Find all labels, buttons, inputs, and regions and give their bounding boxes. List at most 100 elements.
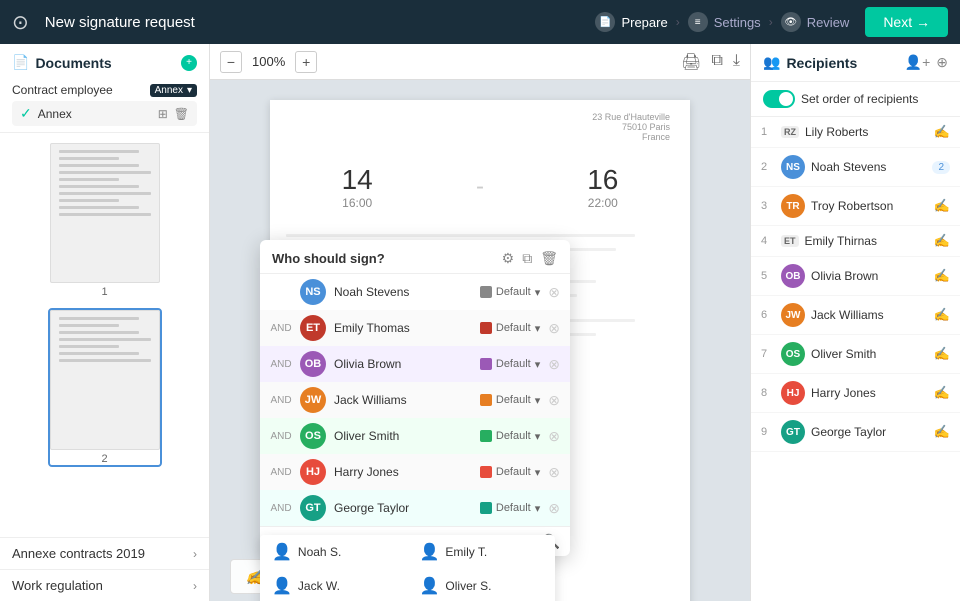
recipient-item-3: 3 TR Troy Robertson ✍ <box>751 187 960 226</box>
download-icon[interactable]: ⤓ <box>733 52 740 72</box>
recipient-item-5: 5 OB Olivia Brown ✍ <box>751 257 960 296</box>
signer-type-5[interactable]: Default ▾ <box>480 466 540 479</box>
recipient-action-9[interactable]: ✍ <box>934 424 950 440</box>
signer-remove-1[interactable]: ⊗ <box>548 320 560 337</box>
print-icon[interactable]: 🖨 <box>681 52 701 72</box>
thumb-image-2 <box>50 310 160 450</box>
signer-remove-5[interactable]: ⊗ <box>548 464 560 481</box>
toggle-knob <box>779 92 793 106</box>
zoom-out-button[interactable]: − <box>220 51 242 73</box>
signer-remove-0[interactable]: ⊗ <box>548 284 560 301</box>
step-prepare[interactable]: 📄 Prepare <box>595 12 667 32</box>
signer-type-0[interactable]: Default ▾ <box>480 286 540 299</box>
recipients-actions: 👤+ ⊕ <box>905 54 948 71</box>
signer-avatar-6: GT <box>300 495 326 521</box>
signer-avatar-4: OS <box>300 423 326 449</box>
suggestion-emily[interactable]: 👤 Emily T. <box>408 535 556 569</box>
date-start-num: 14 <box>342 164 373 196</box>
recipient-action-1[interactable]: ✍ <box>934 124 950 140</box>
signer-name-6: George Taylor <box>334 501 472 515</box>
recipient-avatar-9: GT <box>781 420 805 444</box>
type-box-3 <box>480 394 492 406</box>
signer-row-6: AND GT George Taylor Default ▾ ⊗ <box>260 490 570 526</box>
zoom-in-button[interactable]: + <box>295 51 317 73</box>
add-document-button[interactable]: + <box>181 55 197 71</box>
doc-thumb-1[interactable]: 1 <box>48 141 162 300</box>
sidebar-group-annexe[interactable]: Annexe contracts 2019 › <box>0 537 209 569</box>
step-settings[interactable]: ≡ Settings <box>688 12 761 32</box>
suggestion-noah[interactable]: 👤 Noah S. <box>260 535 408 569</box>
sidebar-group-work-regulation[interactable]: Work regulation › <box>0 569 209 601</box>
order-toggle-switch[interactable] <box>763 90 795 108</box>
type-chevron-0: ▾ <box>535 286 541 299</box>
recipient-action-8[interactable]: ✍ <box>934 385 950 401</box>
signer-avatar-0: NS <box>300 279 326 305</box>
thumb-image-1 <box>50 143 160 283</box>
signer-type-3[interactable]: Default ▾ <box>480 394 540 407</box>
header-steps: 📄 Prepare › ≡ Settings › 👁 Review <box>595 12 849 32</box>
signer-type-4[interactable]: Default ▾ <box>480 430 540 443</box>
recipient-action-7[interactable]: ✍ <box>934 346 950 362</box>
contract-employee-row: Contract employee Annex ▾ <box>12 83 197 97</box>
signer-remove-2[interactable]: ⊗ <box>548 356 560 373</box>
type-chevron-1: ▾ <box>535 322 541 335</box>
work-regulation-label: Work regulation <box>12 578 103 593</box>
canvas-area: − 100% + 🖨 ⧉ ⤓ 23 Rue d'Hauteville75010 … <box>210 44 750 601</box>
recipient-num-2: 2 <box>761 161 775 173</box>
copy-popup-icon[interactable]: ⧉ <box>522 250 532 267</box>
suggestion-emily-name: Emily T. <box>445 545 487 559</box>
annex-copy-icon[interactable]: ⊞ <box>158 107 168 121</box>
doc-thumb-2[interactable]: 2 <box>48 308 162 467</box>
step-review[interactable]: 👁 Review <box>781 12 850 32</box>
suggestion-noah-icon: 👤 <box>272 542 292 562</box>
recipient-num-3: 3 <box>761 200 775 212</box>
annex-delete-icon[interactable]: 🗑 <box>174 107 189 121</box>
recipient-name-5: Olivia Brown <box>811 269 928 283</box>
recipient-action-6[interactable]: ✍ <box>934 307 950 323</box>
suggestion-jack[interactable]: 👤 Jack W. <box>260 569 408 601</box>
recipient-action-4[interactable]: ✍ <box>934 233 950 249</box>
recipient-num-9: 9 <box>761 426 775 438</box>
recipient-item-2: 2 NS Noah Stevens 2 <box>751 148 960 187</box>
signer-remove-4[interactable]: ⊗ <box>548 428 560 445</box>
recipient-avatar-2: NS <box>781 155 805 179</box>
settings-popup-icon[interactable]: ⚙ <box>502 250 515 267</box>
delete-popup-icon[interactable]: 🗑 <box>540 250 558 267</box>
app-logo-icon[interactable]: ⊙ <box>12 10 29 35</box>
recipient-item-9: 9 GT George Taylor ✍ <box>751 413 960 452</box>
left-sidebar: 📄 Documents + Contract employee Annex ▾ … <box>0 44 210 601</box>
signer-type-1[interactable]: Default ▾ <box>480 322 540 335</box>
recipient-list: 1 RZ Lily Roberts ✍ 2 NS Noah Stevens 2 … <box>751 117 960 601</box>
document-thumbnails: 1 2 <box>0 133 209 537</box>
recipient-action-3[interactable]: ✍ <box>934 198 950 214</box>
recipient-num-5: 5 <box>761 270 775 282</box>
annex-actions: ⊞ 🗑 <box>158 107 189 121</box>
suggestion-oliver-icon: 👤 <box>420 576 440 596</box>
recipient-action-5[interactable]: ✍ <box>934 268 950 284</box>
recipient-name-2: Noah Stevens <box>811 160 926 174</box>
signer-remove-6[interactable]: ⊗ <box>548 500 560 517</box>
prepare-icon: 📄 <box>595 12 615 32</box>
add-recipient-icon[interactable]: 👤+ <box>905 54 931 71</box>
recipients-menu-icon[interactable]: ⊕ <box>936 54 948 71</box>
signer-type-6[interactable]: Default ▾ <box>480 502 540 515</box>
step-arrow-2: › <box>769 15 773 29</box>
type-chevron-4: ▾ <box>535 430 541 443</box>
suggestion-oliver[interactable]: 👤 Oliver S. <box>408 569 556 601</box>
annex-badge[interactable]: Annex ▾ <box>150 84 197 97</box>
copy-icon[interactable]: ⧉ <box>711 52 722 72</box>
zoom-value: 100% <box>252 54 285 69</box>
canvas-toolbar: − 100% + 🖨 ⧉ ⤓ <box>210 44 750 80</box>
canvas-scroll[interactable]: 23 Rue d'Hauteville75010 ParisFrance 14 … <box>210 80 750 601</box>
thumb-num-2: 2 <box>50 453 160 465</box>
signer-avatar-2: OB <box>300 351 326 377</box>
signer-avatar-1: ET <box>300 315 326 341</box>
recipients-title-num: 👥 <box>763 54 780 71</box>
type-box-6 <box>480 502 492 514</box>
signer-type-2[interactable]: Default ▾ <box>480 358 540 371</box>
date-end-time: 22:00 <box>587 196 618 210</box>
next-button[interactable]: Next → <box>865 7 948 37</box>
page-title: New signature request <box>45 14 580 31</box>
type-box-5 <box>480 466 492 478</box>
signer-remove-3[interactable]: ⊗ <box>548 392 560 409</box>
